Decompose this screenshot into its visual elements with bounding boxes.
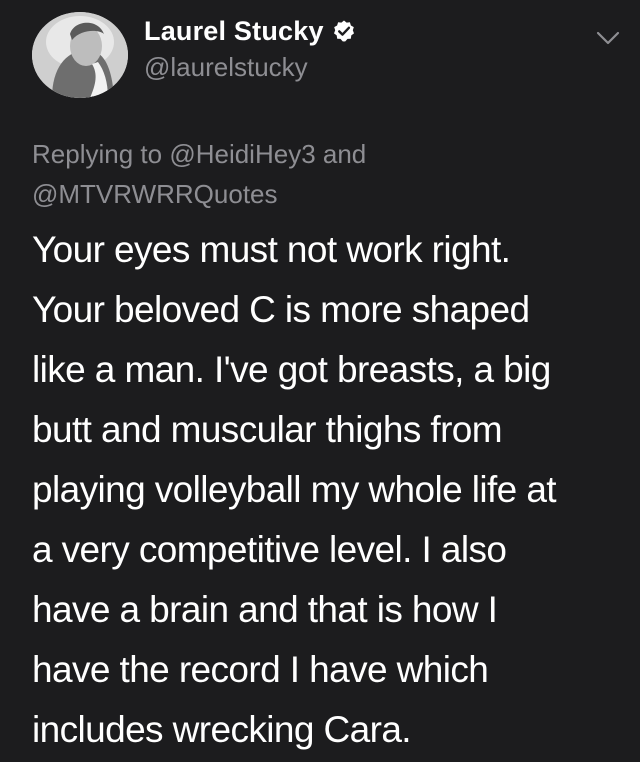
tweet-card: Laurel Stucky @laurelstucky Replying to … [0,0,640,762]
tweet-text-line: includes wrecking Cara. [32,709,412,750]
avatar[interactable] [32,12,128,98]
display-name[interactable]: Laurel Stucky [144,16,324,47]
tweet-text-line: like a man. I've got breasts, a big [32,349,551,390]
display-name-row: Laurel Stucky [144,14,356,48]
avatar-image [32,12,128,98]
tweet-text-line: have a brain and that is how I [32,589,498,630]
user-handle[interactable]: @laurelstucky [144,52,356,83]
tweet-text-line: butt and muscular thighs from [32,409,503,450]
tweet-text-line: playing volleyball my whole life at [32,469,557,510]
replying-to-line: Replying to @HeidiHey3 and @MTVRWRRQuote… [32,134,592,214]
tweet-text-line: have the record I have which [32,649,489,690]
mention-link-heidihey3[interactable]: @HeidiHey3 [169,139,315,169]
tweet-text-line: Your eyes must not work right. [32,229,511,270]
tweet-text-line: Your beloved C is more shaped [32,289,530,330]
verified-badge-icon [332,19,356,43]
mention-link-mtvrwrrquotes[interactable]: @MTVRWRRQuotes [32,179,278,209]
tweet-text: Your eyes must not work right. Your belo… [32,220,622,760]
author-info: Laurel Stucky @laurelstucky [144,14,356,83]
replying-prefix: Replying to [32,139,163,169]
tweet-header: Laurel Stucky @laurelstucky [32,12,622,98]
replying-joiner: and [322,139,367,169]
chevron-down-icon[interactable] [594,24,622,52]
tweet-text-line: a very competitive level. I also [32,529,507,570]
